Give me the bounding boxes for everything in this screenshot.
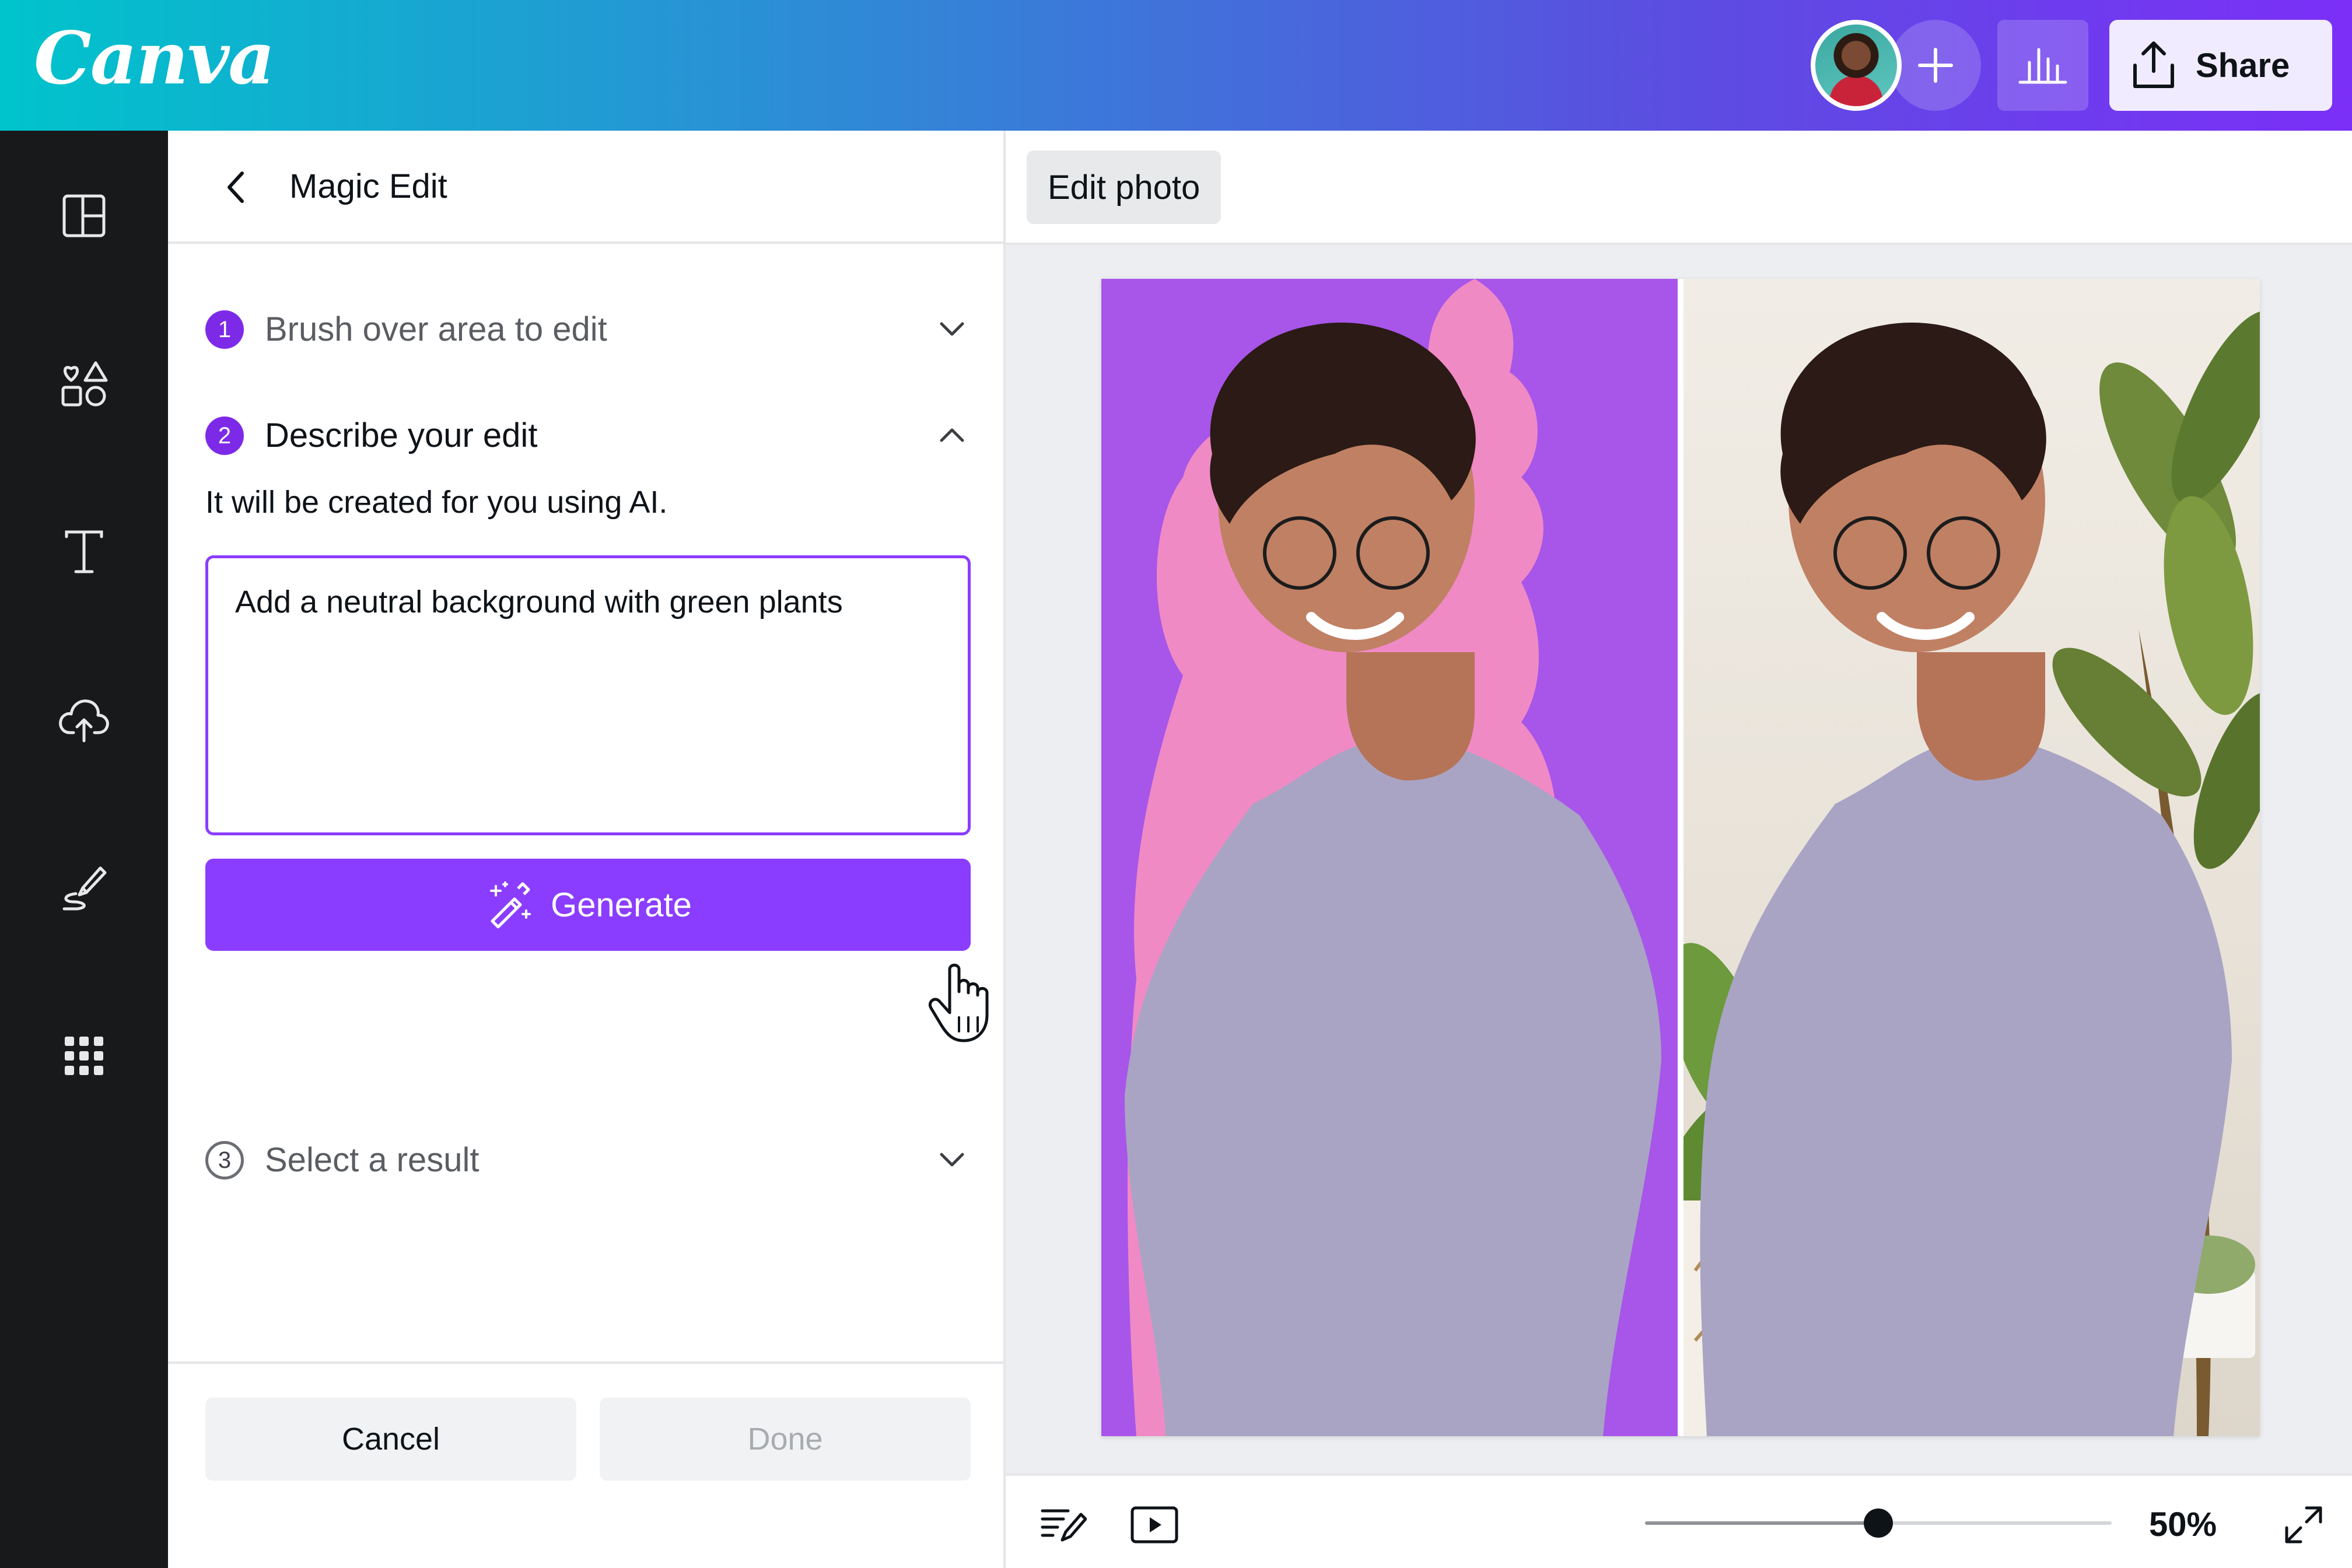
done-button[interactable]: Done bbox=[600, 1398, 971, 1480]
generated-result-photo bbox=[1684, 310, 2260, 1436]
bottom-toolbar: 50% bbox=[1006, 1474, 2352, 1568]
draw-icon bbox=[62, 866, 107, 911]
elements-icon bbox=[61, 361, 108, 407]
panel-footer: Cancel Done bbox=[168, 1362, 1003, 1568]
step-title: Brush over area to edit bbox=[265, 310, 607, 348]
expand-icon bbox=[2285, 1506, 2322, 1544]
step-number-badge: 3 bbox=[205, 1141, 244, 1180]
apps-icon bbox=[65, 1037, 103, 1075]
rail-item-text[interactable] bbox=[49, 517, 119, 587]
generate-button[interactable]: Generate bbox=[205, 859, 971, 951]
step-hint: It will be created for you using AI. bbox=[205, 485, 668, 520]
back-button[interactable] bbox=[210, 161, 262, 214]
zoom-level[interactable]: 50% bbox=[2149, 1505, 2217, 1544]
left-rail bbox=[0, 131, 168, 1568]
step-select-result[interactable]: 3 Select a result bbox=[205, 1129, 970, 1188]
play-icon bbox=[1130, 1506, 1178, 1544]
present-button[interactable] bbox=[1128, 1502, 1181, 1548]
text-icon bbox=[65, 530, 103, 573]
context-toolbar: Edit photo bbox=[1006, 131, 2352, 245]
zoom-slider[interactable] bbox=[1645, 1508, 2112, 1538]
panel-header: Magic Edit bbox=[168, 131, 1003, 244]
design-page[interactable] bbox=[1101, 279, 2260, 1436]
notes-icon bbox=[1041, 1509, 1087, 1542]
brush-mask-photo bbox=[1125, 279, 1678, 1436]
zoom-slider-fill bbox=[1645, 1521, 1878, 1525]
step-number-badge: 2 bbox=[205, 416, 244, 455]
share-upload-icon bbox=[2133, 41, 2174, 88]
magic-edit-panel: Magic Edit 1 Brush over area to edit 2 D… bbox=[168, 131, 1006, 1568]
step-describe[interactable]: 2 Describe your edit bbox=[205, 405, 970, 463]
rail-item-elements[interactable] bbox=[49, 349, 119, 419]
magic-wand-icon bbox=[490, 881, 531, 929]
step-title: Describe your edit bbox=[265, 416, 538, 454]
before-image bbox=[1101, 279, 1678, 1436]
step-number-badge: 1 bbox=[205, 310, 244, 349]
canva-logo[interactable]: Canva bbox=[34, 16, 275, 101]
zoom-slider-thumb[interactable] bbox=[1864, 1508, 1893, 1538]
design-templates-icon bbox=[62, 194, 106, 237]
rail-item-design[interactable] bbox=[49, 181, 119, 251]
chevron-up-icon[interactable] bbox=[935, 418, 970, 453]
uploads-icon bbox=[59, 699, 109, 743]
add-collaborator-button[interactable] bbox=[1890, 20, 1981, 111]
step-brush[interactable]: 1 Brush over area to edit bbox=[205, 299, 970, 357]
insights-chart-icon bbox=[2018, 48, 2067, 84]
prompt-textarea[interactable]: Add a neutral background with green plan… bbox=[205, 555, 971, 835]
chevron-down-icon[interactable] bbox=[935, 312, 970, 346]
edit-photo-button[interactable]: Edit photo bbox=[1027, 150, 1222, 224]
chevron-left-icon bbox=[228, 172, 244, 203]
generate-label: Generate bbox=[551, 886, 692, 924]
after-image bbox=[1684, 279, 2260, 1436]
rail-item-uploads[interactable] bbox=[49, 685, 119, 755]
top-bar: Canva Share bbox=[0, 0, 2352, 131]
collaborators bbox=[1808, 18, 1983, 113]
chevron-down-icon[interactable] bbox=[935, 1142, 970, 1177]
rail-item-draw[interactable] bbox=[49, 853, 119, 923]
share-label: Share bbox=[2196, 46, 2290, 85]
rail-item-apps[interactable] bbox=[49, 1021, 119, 1091]
step-title: Select a result bbox=[265, 1141, 480, 1179]
user-avatar[interactable] bbox=[1811, 20, 1902, 111]
fullscreen-button[interactable] bbox=[2277, 1502, 2330, 1548]
plus-icon bbox=[1918, 48, 1953, 83]
share-button[interactable]: Share bbox=[2109, 20, 2332, 111]
insights-button[interactable] bbox=[1997, 20, 2088, 111]
panel-title: Magic Edit bbox=[289, 167, 447, 205]
editor-canvas-area: Edit photo 50% bbox=[1006, 131, 2352, 1568]
hand-pointer-cursor-icon bbox=[929, 964, 989, 1042]
cancel-button[interactable]: Cancel bbox=[205, 1398, 576, 1480]
notes-button[interactable] bbox=[1037, 1502, 1090, 1548]
